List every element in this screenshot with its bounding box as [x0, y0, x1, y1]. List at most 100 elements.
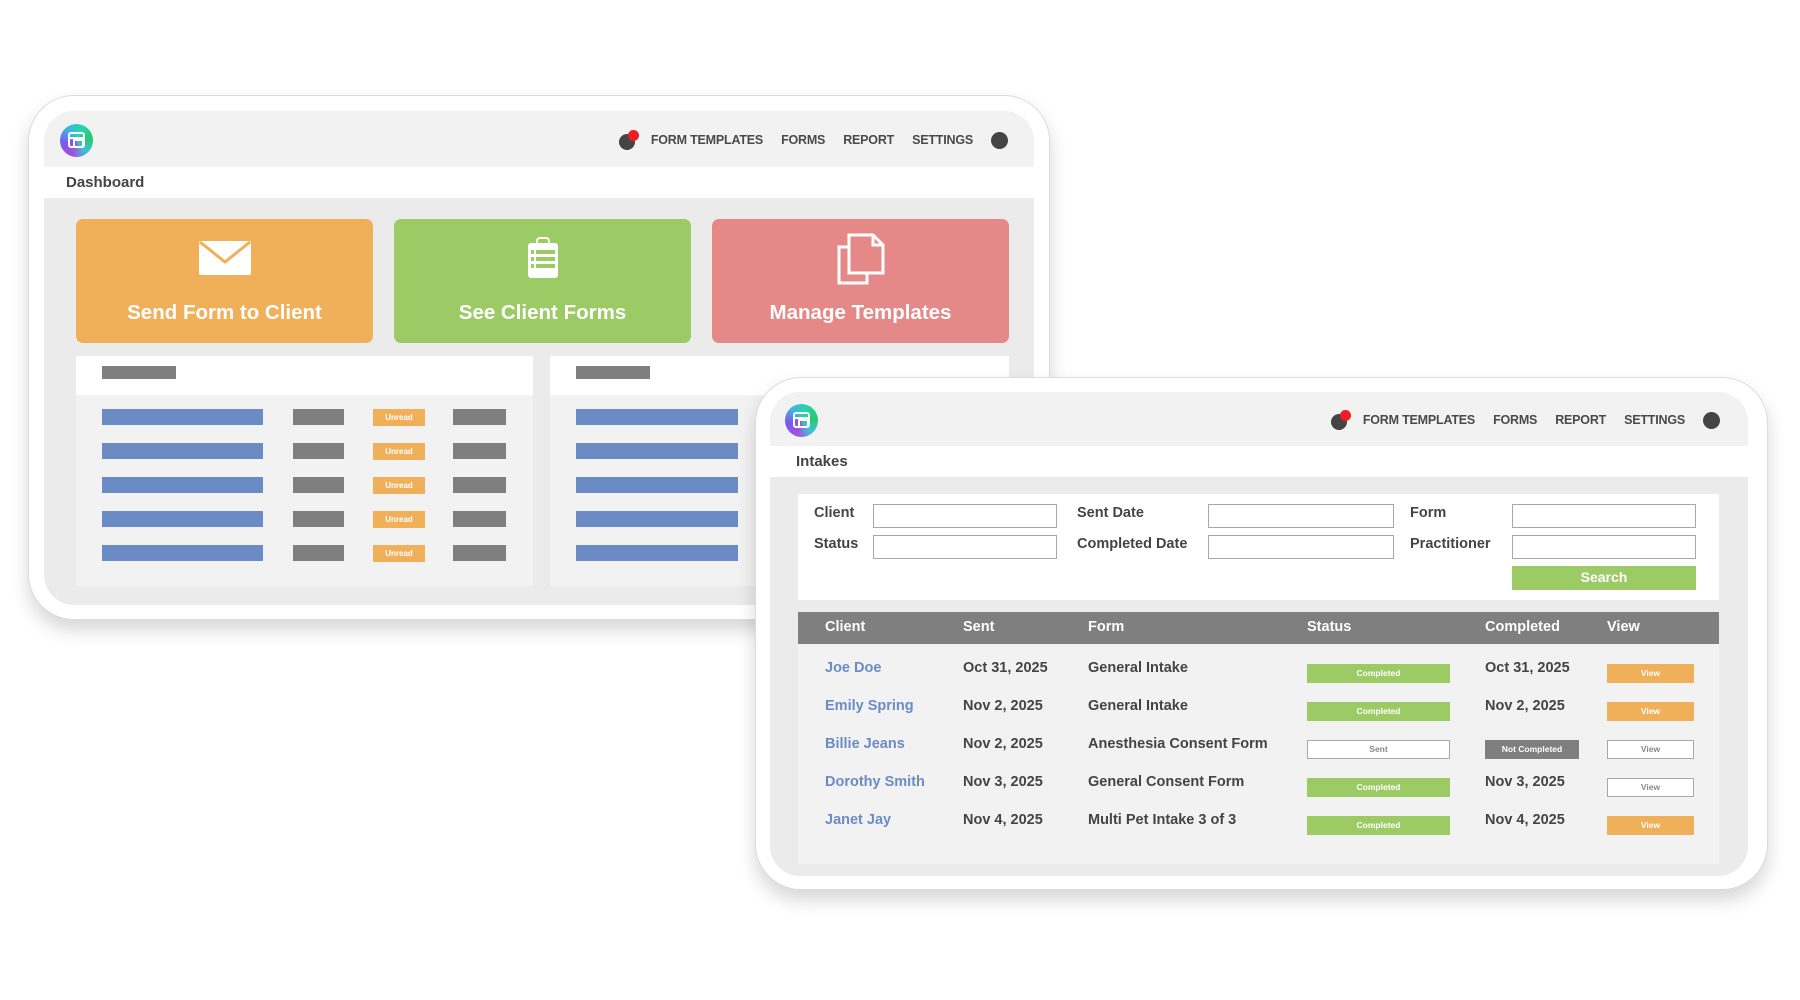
form-label: Form — [1410, 505, 1447, 521]
column-header-sent[interactable]: Sent — [963, 619, 994, 635]
manage-templates-button[interactable]: Manage Templates — [712, 219, 1009, 343]
item-title-placeholder — [576, 477, 738, 493]
column-header-completed[interactable]: Completed — [1485, 619, 1560, 635]
column-header-client[interactable]: Client — [825, 619, 865, 635]
intakes-screen: FORM TEMPLATES FORMS REPORT SETTINGS Int… — [770, 392, 1748, 876]
unread-badge: Unread — [373, 545, 425, 562]
client-link[interactable]: Dorothy Smith — [825, 774, 925, 790]
search-button[interactable]: Search — [1512, 566, 1696, 590]
column-header-view[interactable]: View — [1607, 619, 1640, 635]
table-row: Emily Spring Nov 2, 2025 General Intake Com… — [798, 696, 1719, 721]
item-title-placeholder — [576, 409, 738, 425]
unread-badge: Unread — [373, 477, 425, 494]
intakes-window: FORM TEMPLATES FORMS REPORT SETTINGS Int… — [755, 377, 1768, 890]
nav-forms[interactable]: FORMS — [781, 133, 825, 147]
nav-forms[interactable]: FORMS — [1493, 413, 1537, 427]
nav-form-templates[interactable]: FORM TEMPLATES — [651, 133, 763, 147]
form-name: General Intake — [1088, 698, 1188, 714]
form-name: General Intake — [1088, 660, 1188, 676]
dashboard-nav: FORM TEMPLATES FORMS REPORT SETTINGS — [618, 130, 1008, 150]
completed-date: Nov 2, 2025 — [1485, 698, 1565, 714]
unread-badge: Unread — [373, 443, 425, 460]
column-header-form[interactable]: Form — [1088, 619, 1124, 635]
item-title-placeholder — [102, 409, 263, 425]
table-row: Joe Doe Oct 31, 2025 General Intake Complet… — [798, 658, 1719, 683]
list-item[interactable]: Unread — [76, 443, 533, 460]
intakes-table: Client Sent Form Status Completed View J… — [798, 612, 1719, 864]
client-input[interactable] — [873, 504, 1057, 528]
view-button[interactable]: View — [1607, 816, 1694, 835]
status-badge: Completed — [1307, 816, 1450, 835]
item-meta-placeholder — [293, 409, 344, 425]
list-item[interactable]: Unread — [76, 477, 533, 494]
list-item[interactable]: Unread — [76, 409, 533, 426]
item-meta-placeholder — [453, 545, 506, 561]
nav-report[interactable]: REPORT — [1555, 413, 1606, 427]
status-label: Status — [814, 536, 859, 552]
recent-forms-panel: Unread Unread Unread Unread Unread — [76, 356, 533, 586]
item-meta-placeholder — [453, 443, 506, 459]
form-input[interactable] — [1512, 504, 1696, 528]
view-button[interactable]: View — [1607, 702, 1694, 721]
clipboard-list-icon — [527, 237, 558, 278]
page-title: Dashboard — [66, 174, 145, 191]
item-title-placeholder — [102, 477, 263, 493]
dashboard-title-bar: Dashboard — [44, 167, 1034, 198]
nav-settings[interactable]: SETTINGS — [1624, 413, 1685, 427]
item-title-placeholder — [102, 545, 263, 561]
client-link[interactable]: Emily Spring — [825, 698, 914, 714]
user-avatar-icon[interactable] — [991, 131, 1008, 149]
form-name: General Consent Form — [1088, 774, 1245, 790]
list-item[interactable]: Unread — [76, 545, 533, 562]
status-badge: Completed — [1307, 664, 1450, 683]
list-item[interactable]: Unread — [76, 511, 533, 528]
sent-date: Nov 2, 2025 — [963, 698, 1043, 714]
completed-date-input[interactable] — [1208, 535, 1394, 559]
completed-date: Nov 4, 2025 — [1485, 812, 1565, 828]
column-header-status[interactable]: Status — [1307, 619, 1351, 635]
nav-settings[interactable]: SETTINGS — [912, 133, 973, 147]
status-input[interactable] — [873, 535, 1057, 559]
item-meta-placeholder — [293, 443, 344, 459]
card-label: See Client Forms — [458, 301, 627, 324]
see-client-forms-button[interactable]: See Client Forms — [394, 219, 691, 343]
item-meta-placeholder — [293, 511, 344, 527]
item-title-placeholder — [102, 511, 263, 527]
practitioner-input[interactable] — [1512, 535, 1696, 559]
send-form-to-client-button[interactable]: Send Form to Client — [76, 219, 373, 343]
intakes-title-bar: Intakes — [770, 446, 1748, 477]
item-title-placeholder — [102, 443, 263, 459]
sent-date: Nov 3, 2025 — [963, 774, 1043, 790]
sent-date: Oct 31, 2025 — [963, 660, 1048, 676]
client-link[interactable]: Billie Jeans — [825, 736, 905, 752]
sent-date-input[interactable] — [1208, 504, 1394, 528]
app-logo-icon[interactable] — [785, 404, 818, 437]
notification-icon[interactable] — [1330, 410, 1351, 430]
view-button[interactable]: View — [1607, 778, 1694, 797]
client-link[interactable]: Janet Jay — [825, 812, 891, 828]
panel-title-placeholder — [102, 366, 176, 379]
unread-badge: Unread — [373, 409, 425, 426]
card-label: Manage Templates — [769, 301, 952, 324]
user-avatar-icon[interactable] — [1703, 411, 1720, 429]
completed-date-label: Completed Date — [1077, 536, 1188, 552]
view-button[interactable]: View — [1607, 664, 1694, 683]
intakes-nav: FORM TEMPLATES FORMS REPORT SETTINGS — [1330, 410, 1720, 430]
item-meta-placeholder — [453, 409, 506, 425]
nav-report[interactable]: REPORT — [843, 133, 894, 147]
view-button[interactable]: View — [1607, 740, 1694, 759]
practitioner-label: Practitioner — [1410, 536, 1491, 552]
sent-date: Nov 4, 2025 — [963, 812, 1043, 828]
sent-date: Nov 2, 2025 — [963, 736, 1043, 752]
app-logo-icon[interactable] — [60, 124, 93, 157]
nav-form-templates[interactable]: FORM TEMPLATES — [1363, 413, 1475, 427]
panel-header — [76, 356, 533, 395]
completed-date: Nov 3, 2025 — [1485, 774, 1565, 790]
item-meta-placeholder — [453, 477, 506, 493]
notification-icon[interactable] — [618, 130, 639, 150]
sent-date-label: Sent Date — [1077, 505, 1144, 521]
client-link[interactable]: Joe Doe — [825, 660, 881, 676]
filter-panel: Client Status Sent Date Completed Date F… — [798, 494, 1719, 600]
envelope-icon — [198, 241, 251, 275]
form-name: Multi Pet Intake 3 of 3 — [1088, 812, 1237, 828]
